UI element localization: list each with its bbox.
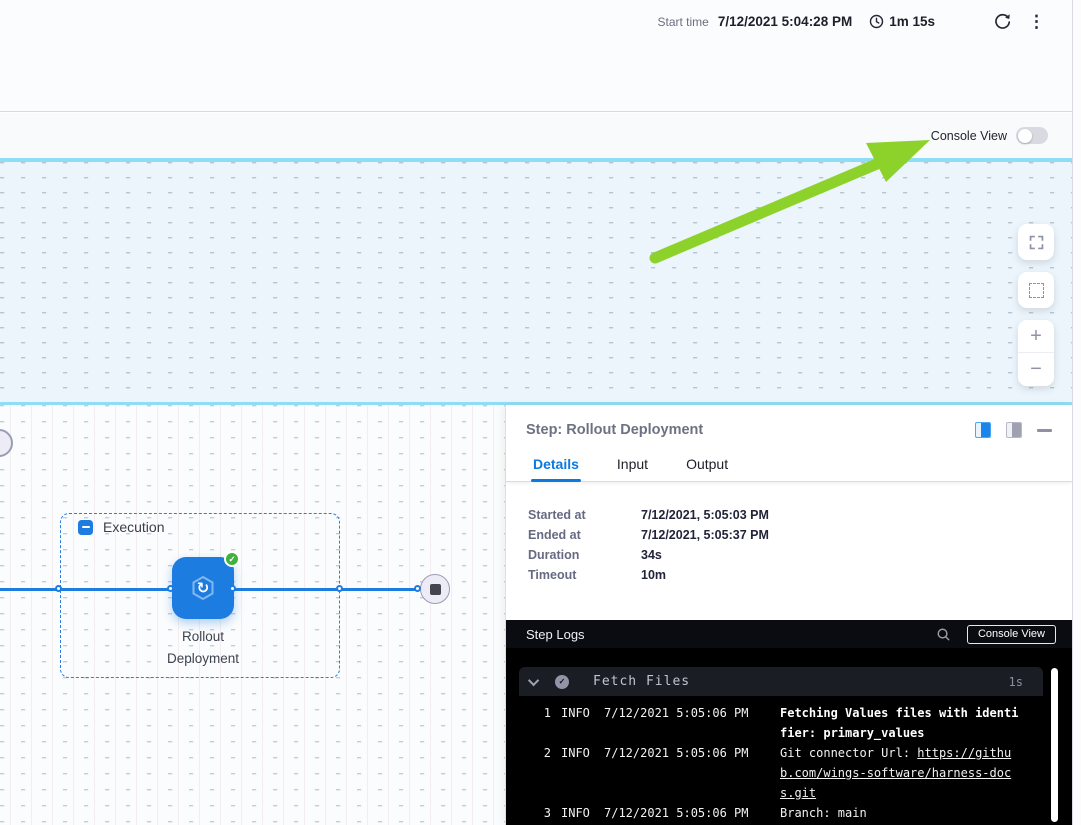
stage-canvas[interactable]: + − [0, 158, 1081, 405]
port [55, 585, 62, 592]
log-group-duration: 1s [1009, 675, 1023, 689]
zoom-out-button[interactable]: − [1018, 353, 1054, 386]
log-timestamp: 7/12/2021 5:05:06 PM [604, 703, 751, 743]
log-scrollbar[interactable] [1051, 668, 1058, 822]
rollout-deployment-node[interactable]: ↻ [172, 557, 234, 619]
tab-details[interactable]: Details [531, 448, 581, 481]
execution-group-label: Execution [103, 519, 164, 535]
node-label-line2: Deployment [113, 648, 293, 670]
start-time-label: Start time [658, 15, 709, 29]
minimize-panel-button[interactable] [1037, 422, 1052, 438]
detail-value: 7/12/2021, 5:05:03 PM [641, 508, 769, 522]
node-label: Rollout Deployment [113, 626, 293, 670]
success-badge: ✓ [224, 551, 240, 567]
panel-tabs: Details Input Output [506, 448, 1072, 482]
log-message-text: Git connector Url: [780, 746, 917, 760]
split-view-icon [981, 423, 990, 437]
window-scrollbar-gutter[interactable] [1072, 0, 1081, 825]
refresh-button[interactable] [993, 12, 1012, 31]
detail-value: 34s [641, 548, 662, 562]
collapse-group-button[interactable] [78, 520, 93, 535]
stop-icon [430, 584, 441, 595]
log-line-number: 1 [543, 703, 551, 743]
log-line: 1 INFO 7/12/2021 5:05:06 PM Fetching Val… [506, 703, 1072, 743]
fullscreen-button[interactable] [1018, 224, 1054, 260]
log-message: Git connector Url: https://github.com/wi… [780, 743, 1023, 803]
rollout-icon: ↻ [187, 572, 219, 604]
step-logs-section: Step Logs Console View ✓ Fetch Files 1s [506, 620, 1072, 825]
log-output[interactable]: ✓ Fetch Files 1s 1 INFO 7/12/2021 5:05:0… [506, 648, 1072, 825]
check-icon: ✓ [559, 678, 566, 686]
end-node[interactable] [420, 574, 450, 604]
log-line-number: 2 [543, 743, 551, 803]
log-timestamp: 7/12/2021 5:05:06 PM [604, 803, 751, 823]
search-icon [936, 627, 951, 642]
details-list: Started at 7/12/2021, 5:05:03 PM Ended a… [506, 482, 1072, 585]
tab-input[interactable]: Input [615, 448, 650, 481]
fit-to-view-button[interactable] [1018, 272, 1054, 308]
panel-title: Step: Rollout Deployment [526, 422, 975, 438]
detail-row: Duration 34s [528, 545, 1072, 565]
detail-label: Ended at [528, 528, 641, 542]
port [167, 585, 174, 592]
step-logs-title: Step Logs [526, 627, 920, 642]
dot-grid [0, 162, 1081, 402]
log-line-number: 3 [543, 803, 551, 823]
step-logs-header: Step Logs Console View [506, 620, 1072, 648]
elapsed-duration: 1m 15s [889, 14, 935, 29]
fullscreen-icon [1028, 234, 1045, 251]
log-search-button[interactable] [936, 627, 951, 642]
step-details-panel: Step: Rollout Deployment Details Input O… [505, 405, 1072, 825]
port [229, 585, 236, 592]
more-options-button[interactable]: ⋮ [1028, 13, 1045, 30]
logs-console-view-button[interactable]: Console View [967, 625, 1056, 644]
console-view-label: Console View [931, 129, 1007, 143]
node-label-line1: Rollout [113, 626, 293, 648]
log-message: Fetching Values files with identifier: p… [780, 703, 1023, 743]
detail-label: Started at [528, 508, 641, 522]
log-group-name: Fetch Files [593, 674, 1009, 689]
group-success-icon: ✓ [555, 675, 569, 689]
detail-label: Duration [528, 548, 641, 562]
panel-view-button[interactable] [1006, 422, 1022, 438]
panel-view-icon [1012, 423, 1021, 437]
minus-icon [82, 526, 90, 528]
fit-view-icon [1029, 283, 1044, 298]
detail-row: Ended at 7/12/2021, 5:05:37 PM [528, 525, 1072, 545]
zoom-stack: + − [1018, 320, 1054, 386]
zoom-in-button[interactable]: + [1018, 320, 1054, 353]
console-view-toggle[interactable] [1016, 127, 1048, 144]
log-group-fetch-files[interactable]: ✓ Fetch Files 1s [519, 667, 1043, 696]
detail-value: 7/12/2021, 5:05:37 PM [641, 528, 769, 542]
detail-label: Timeout [528, 568, 641, 582]
canvas-zoom-controls: + − [1018, 224, 1054, 386]
log-lines: 1 INFO 7/12/2021 5:05:06 PM Fetching Val… [506, 703, 1072, 823]
detail-value: 10m [641, 568, 666, 582]
split-view-button[interactable] [975, 422, 991, 438]
log-line: 3 INFO 7/12/2021 5:05:06 PM Branch: main [506, 803, 1072, 823]
log-level: INFO [561, 703, 591, 743]
port [414, 585, 421, 592]
toggle-knob [1018, 129, 1032, 143]
clock-icon [869, 14, 884, 29]
log-level: INFO [561, 803, 591, 823]
port [336, 585, 343, 592]
tab-output[interactable]: Output [684, 448, 730, 481]
start-time-value: 7/12/2021 5:04:28 PM [718, 14, 852, 29]
refresh-icon [993, 12, 1012, 31]
log-line: 2 INFO 7/12/2021 5:05:06 PM Git connecto… [506, 743, 1072, 803]
execution-header: Start time 7/12/2021 5:04:28 PM 1m 15s ⋮ [0, 0, 1081, 112]
kebab-menu-icon: ⋮ [1028, 13, 1045, 30]
log-timestamp: 7/12/2021 5:05:06 PM [604, 743, 751, 803]
pipeline-execution-page: Start time 7/12/2021 5:04:28 PM 1m 15s ⋮… [0, 0, 1081, 825]
detail-row: Timeout 10m [528, 565, 1072, 585]
check-icon: ✓ [228, 555, 235, 564]
log-message: Branch: main [780, 803, 1023, 823]
detail-row: Started at 7/12/2021, 5:05:03 PM [528, 505, 1072, 525]
log-level: INFO [561, 743, 591, 803]
chevron-down-icon [528, 674, 539, 685]
view-toolbar: Console View [0, 113, 1081, 158]
